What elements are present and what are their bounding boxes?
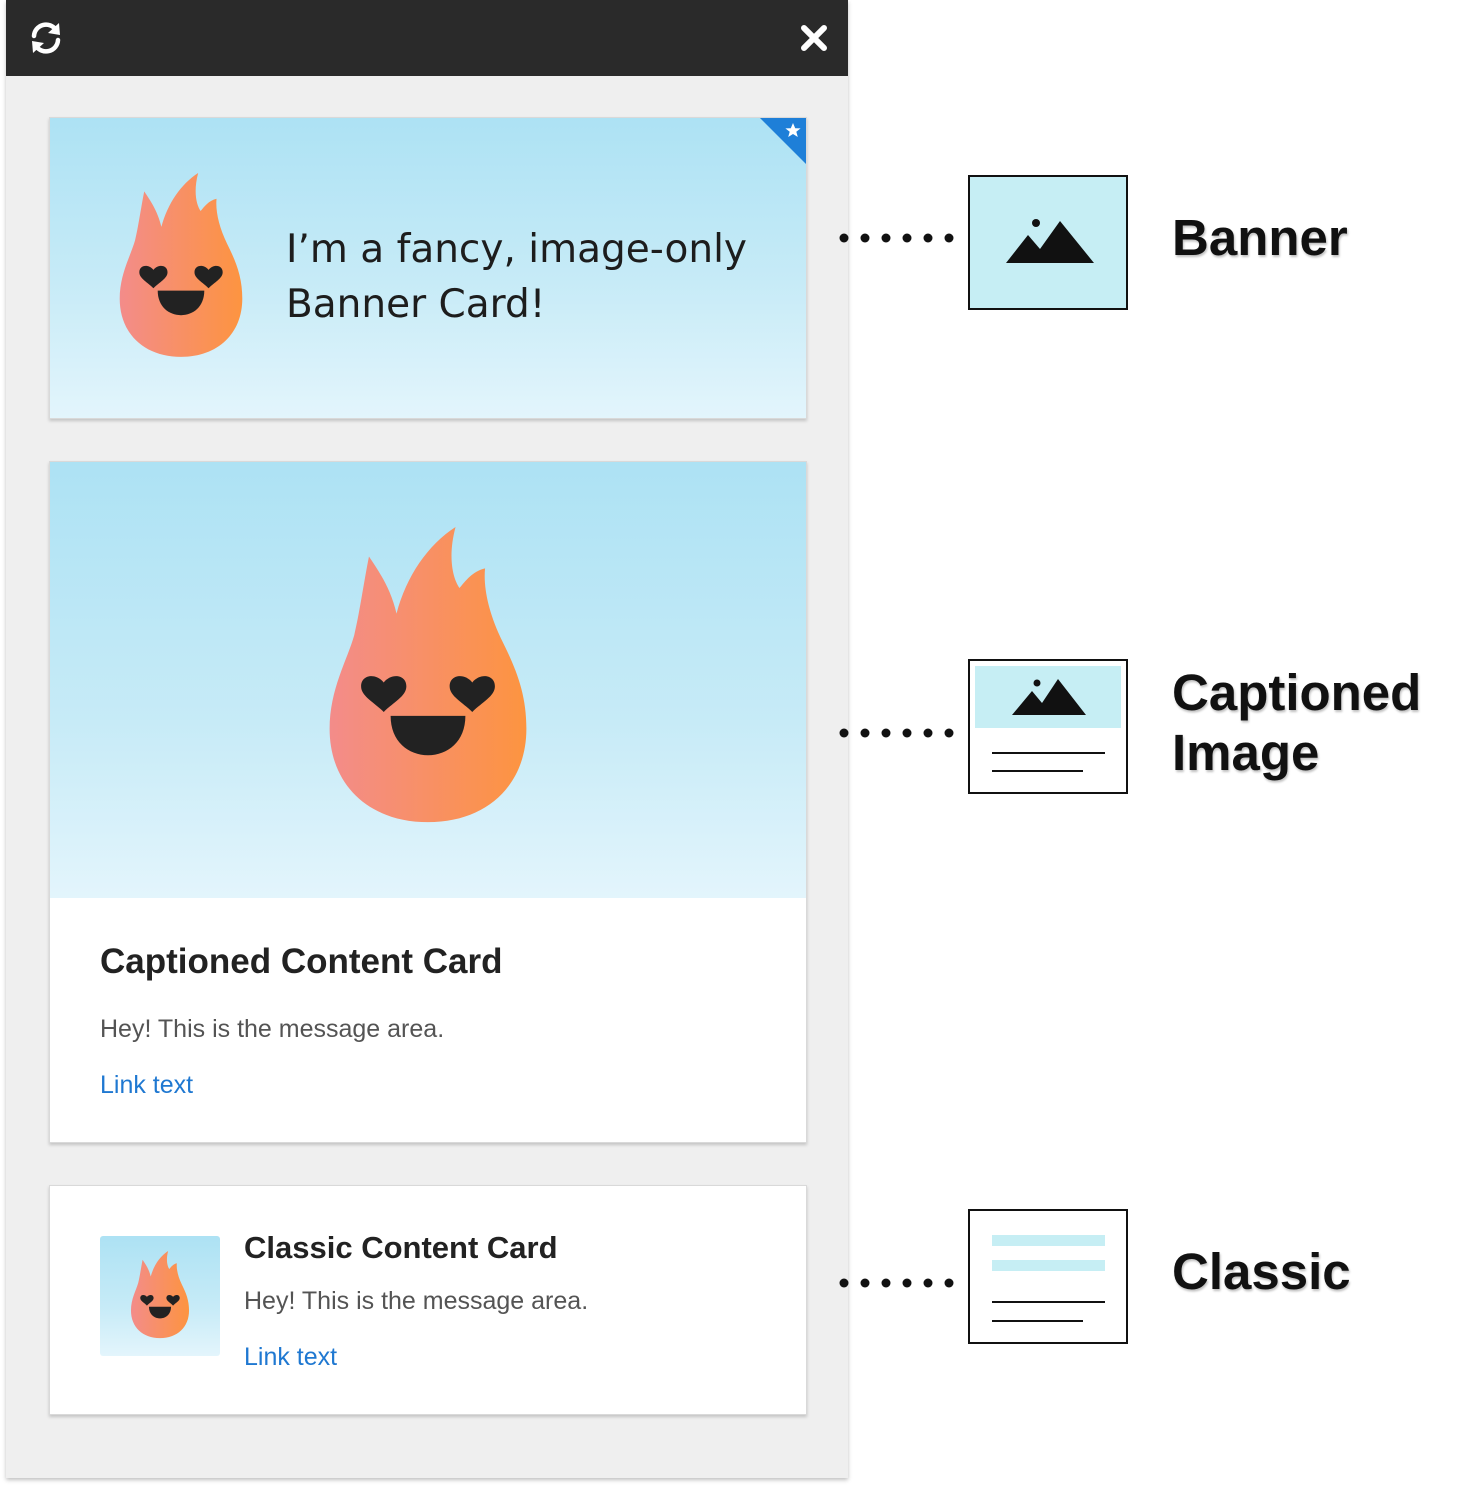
image-icon [1006,219,1094,263]
dotted-connector [839,233,954,243]
card-thumbnail [100,1236,220,1356]
refresh-button[interactable] [26,18,66,58]
card-title: Classic Content Card [244,1230,558,1265]
card-title: Captioned Content Card [100,942,503,981]
captioned-image-icon [975,666,1121,772]
close-icon [801,25,827,51]
flame-mascot-image [118,173,244,363]
captioned-image-type-icon [968,659,1128,794]
flame-mascot-image [130,1251,190,1341]
close-button[interactable] [794,18,834,58]
refresh-icon [31,22,61,54]
captioned-image-card[interactable]: Captioned Content Card Hey! This is the … [49,461,807,1143]
card-link[interactable]: Link text [100,1071,193,1100]
classic-text-icon [992,1235,1105,1322]
captioned-image-label: Captioned Image [1172,664,1422,781]
banner-type-icon [968,175,1128,310]
feed-header [6,0,848,76]
dotted-connector [839,728,954,738]
banner-card[interactable]: I’m a fancy, image-only Banner Card! [49,117,807,419]
dotted-connector [839,1278,954,1288]
banner-label: Banner [1172,209,1348,266]
classic-type-icon [968,1209,1128,1344]
classic-card[interactable]: Classic Content Card Hey! This is the me… [49,1185,807,1415]
classic-label: Classic [1172,1243,1351,1300]
card-message: Hey! This is the message area. [100,1015,445,1043]
pinned-corner [760,118,806,164]
flame-mascot-image [328,527,528,832]
card-link[interactable]: Link text [244,1343,337,1372]
caption-image [50,462,806,898]
banner-text: I’m a fancy, image-only Banner Card! [286,227,748,327]
content-cards-feed: I’m a fancy, image-only Banner Card! Cap… [6,0,848,1478]
card-message: Hey! This is the message area. [244,1287,589,1315]
